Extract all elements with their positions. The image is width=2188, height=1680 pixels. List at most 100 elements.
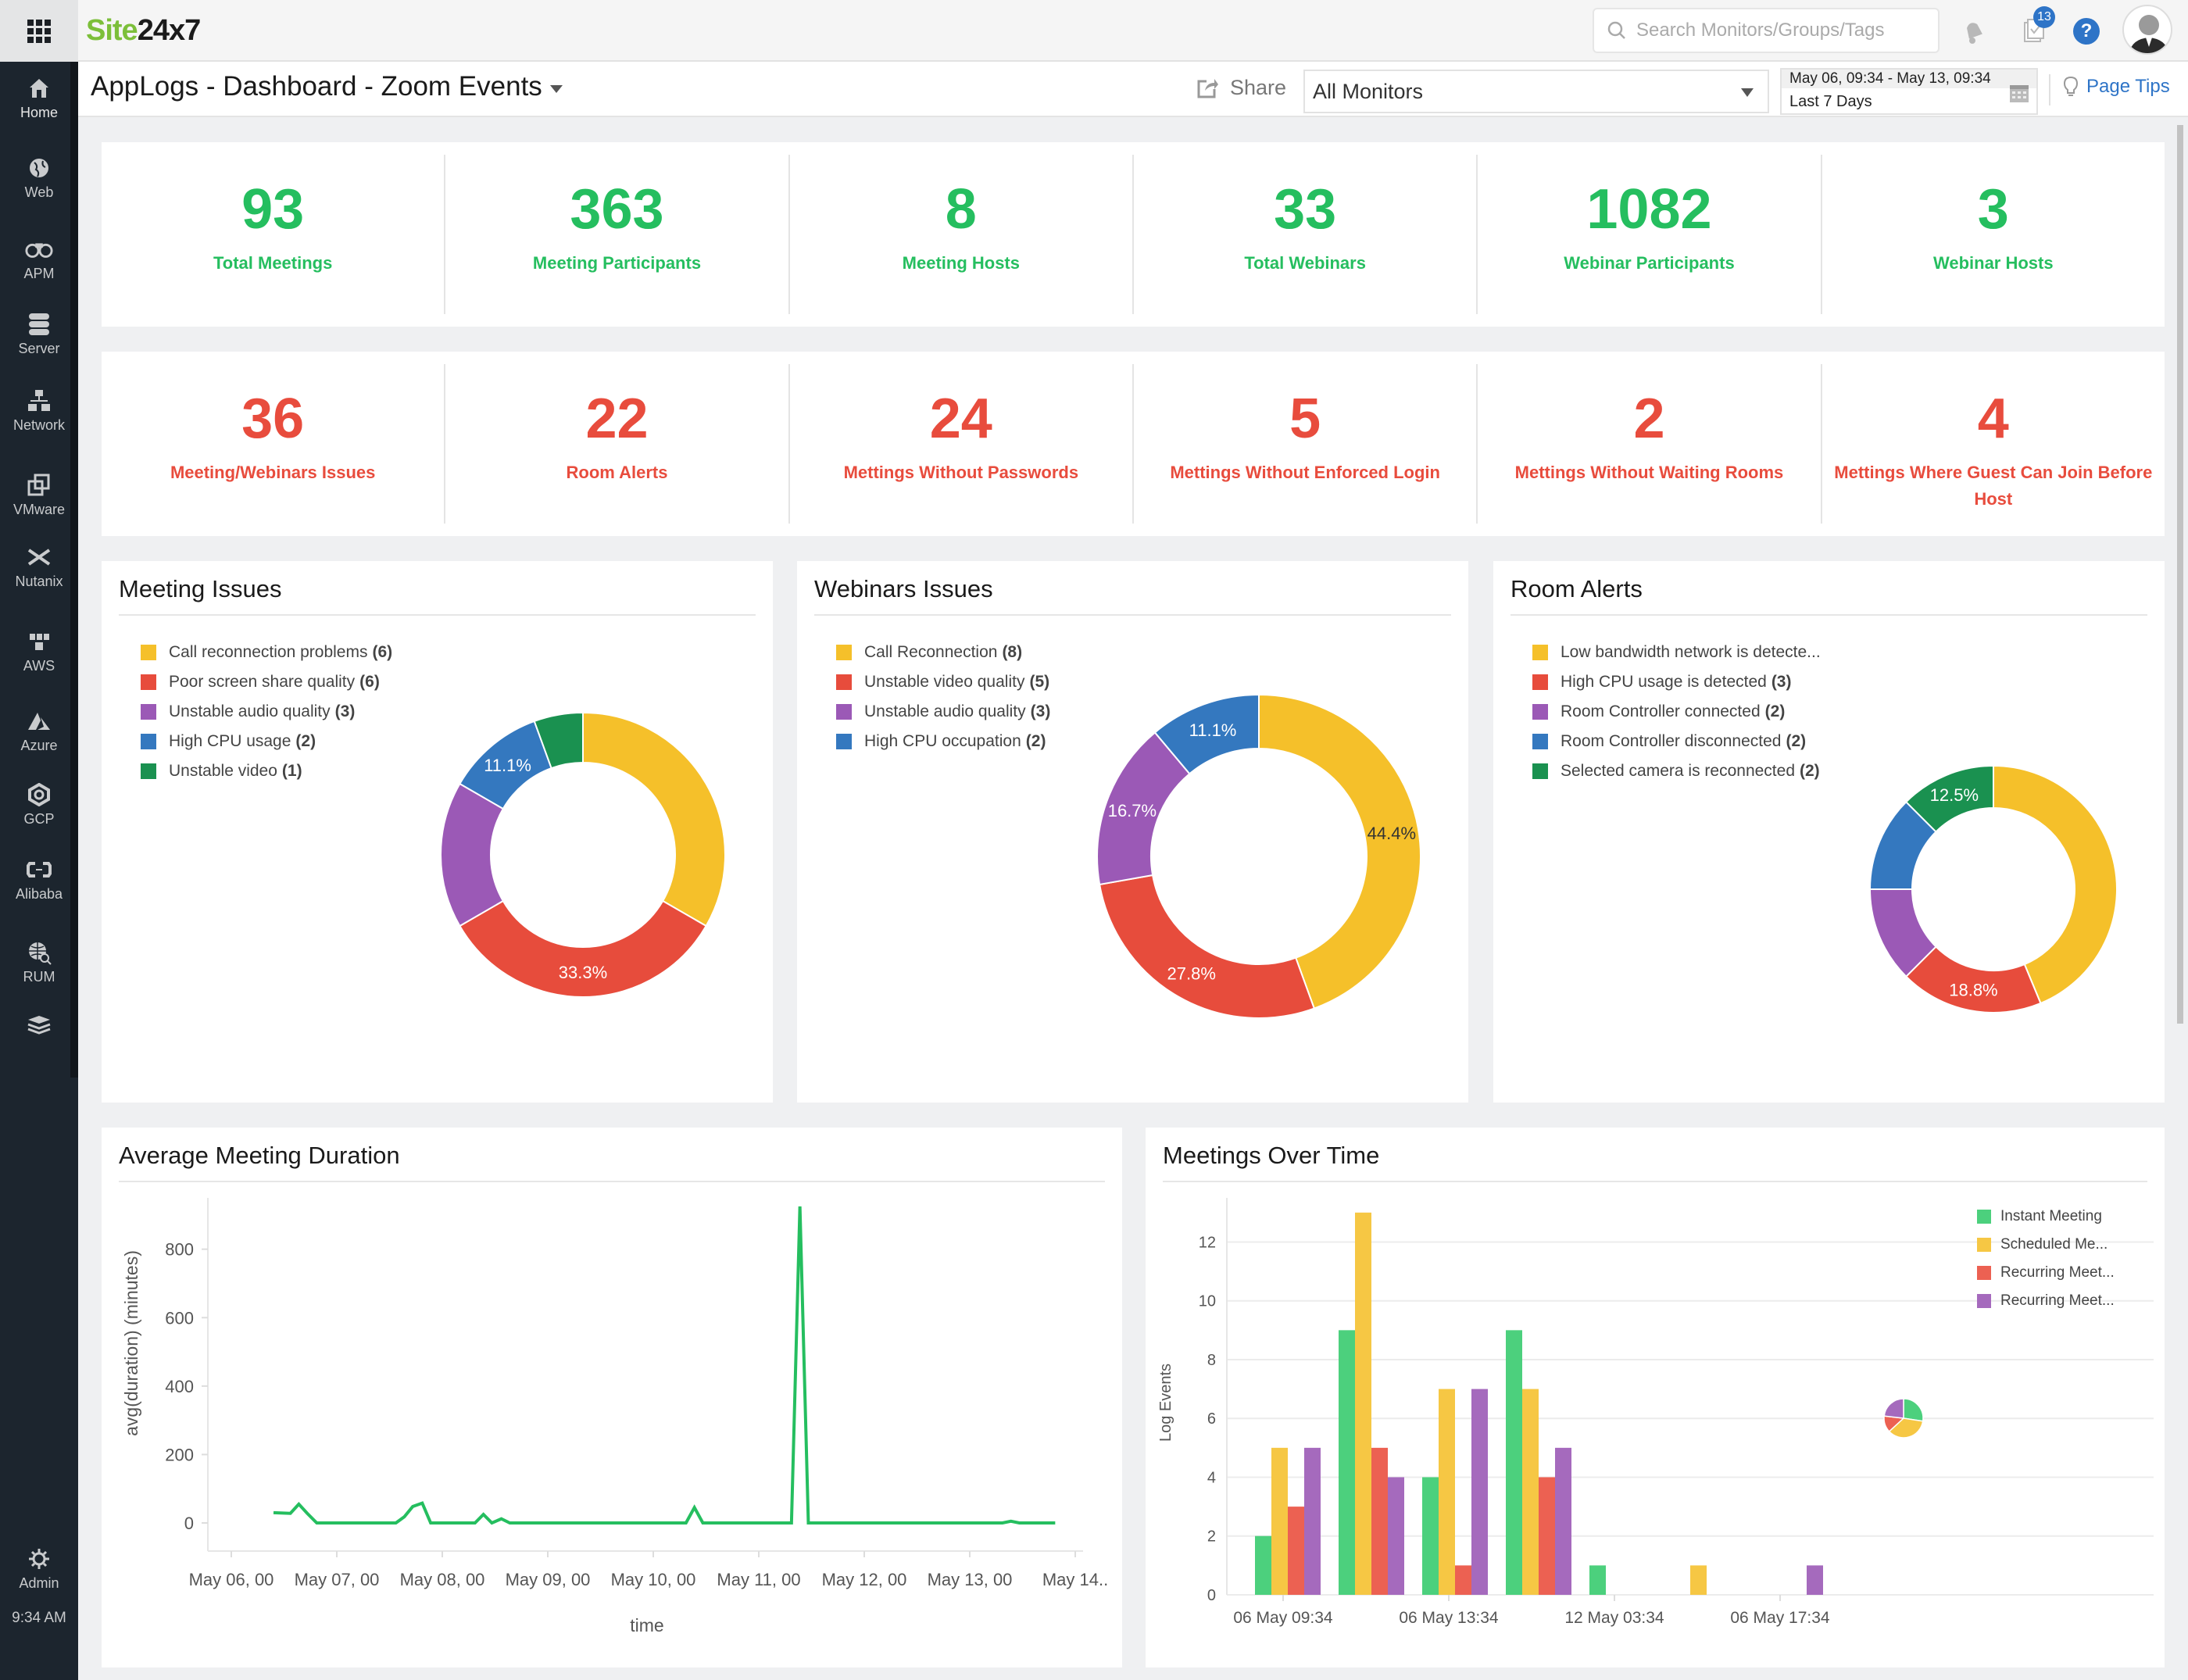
content-scrollbar[interactable] (2177, 125, 2183, 1024)
bar[interactable] (1539, 1477, 1555, 1595)
y-tick-label: 2 (1207, 1528, 1216, 1546)
y-axis-label: Log Events (1157, 1364, 1174, 1442)
sidebar-item-rum[interactable]: RUM (0, 939, 78, 985)
duration-line[interactable] (273, 1206, 1056, 1525)
kpi-panel-meetings: 93 Total Meetings 363 Meeting Participants 8… (102, 142, 2165, 327)
sidebar-item-aws[interactable]: AWS (0, 628, 78, 674)
user-avatar[interactable] (2122, 5, 2172, 55)
y-tick-label: 600 (165, 1308, 194, 1328)
y-tick-label: 800 (165, 1240, 194, 1260)
sidebar-item-home[interactable]: Home (0, 75, 78, 121)
bar[interactable] (1589, 1565, 1606, 1595)
kpi-card[interactable]: 8 Meeting Hosts (790, 155, 1134, 314)
kpi-card[interactable]: 93 Total Meetings (102, 155, 446, 314)
page-header: AppLogs - Dashboard - Zoom Events Share … (78, 62, 2188, 117)
kpi-label: Meeting Hosts (902, 253, 1020, 273)
bar[interactable] (1255, 1535, 1271, 1595)
legend-label: Instant Meeting (2000, 1208, 2102, 1224)
search-input[interactable] (1636, 20, 1918, 41)
kpi-label: Mettings Without Waiting Rooms (1514, 463, 1784, 482)
bar[interactable] (1555, 1447, 1571, 1595)
kpi-card[interactable]: 24 Mettings Without Passwords (790, 364, 1134, 524)
donut-chart: 18.8% 12.5% (1868, 764, 2118, 1013)
kpi-value: 93 (241, 178, 305, 241)
lightbulb-icon (2063, 76, 2079, 96)
legend-item[interactable]: Scheduled Me... (1977, 1231, 2115, 1259)
site24x7-logo[interactable]: Site24x7 (86, 14, 201, 48)
bar[interactable] (1355, 1212, 1371, 1595)
donut-chart: 44.4% 27.8% 16.7% 11.1% (1096, 693, 1421, 1019)
legend-item[interactable]: Recurring Meet... (1977, 1287, 2115, 1315)
sidebar-item-admin[interactable]: Admin (0, 1546, 78, 1592)
sidebar-item-server[interactable]: Server (0, 311, 78, 357)
bar[interactable] (1690, 1565, 1707, 1595)
tasks-button[interactable]: 13 (2018, 6, 2055, 47)
bar[interactable] (1807, 1565, 1823, 1595)
date-range-picker[interactable]: May 06, 09:34 - May 13, 09:34 Last 7 Day… (1780, 68, 2038, 115)
kpi-card[interactable]: 22 Room Alerts (445, 364, 790, 524)
aws-icon (25, 628, 53, 655)
donut-slice[interactable] (1098, 874, 1316, 1019)
bar[interactable] (1339, 1330, 1355, 1595)
grid-icon (27, 19, 51, 43)
sidebar-item-azure[interactable]: Azure (0, 708, 78, 754)
kpi-card[interactable]: 33 Total Webinars (1134, 155, 1478, 314)
kpi-card[interactable]: 363 Meeting Participants (445, 155, 790, 314)
sidebar-item-apm[interactable]: APM (0, 236, 78, 282)
bar[interactable] (1439, 1389, 1455, 1595)
sidebar-item-nutanix[interactable]: Nutanix (0, 544, 78, 590)
slice-percent-label: 44.4% (1368, 824, 1416, 843)
kpi-card[interactable]: 3 Webinar Hosts (1822, 155, 2165, 314)
bar[interactable] (1422, 1477, 1439, 1595)
legend-swatch (1977, 1294, 1991, 1308)
page-tips-link[interactable]: Page Tips (2063, 76, 2170, 98)
y-tick-label: 6 (1207, 1410, 1216, 1428)
alarm-bell-button[interactable] (1958, 16, 1990, 47)
kpi-card[interactable]: 4 Mettings Where Guest Can Join Before Ho… (1822, 364, 2165, 524)
bar[interactable] (1371, 1447, 1388, 1595)
bar[interactable] (1471, 1389, 1488, 1595)
sidebar-item-layers[interactable] (0, 1013, 78, 1042)
kpi-card[interactable]: 5 Mettings Without Enforced Login (1134, 364, 1478, 524)
help-button[interactable]: ? (2071, 16, 2102, 47)
sidebar-item-network[interactable]: Network (0, 388, 78, 434)
bar[interactable] (1506, 1330, 1522, 1595)
sidebar-item-vmware[interactable]: VMware (0, 472, 78, 518)
gear-icon (25, 1546, 53, 1572)
legend-label: Recurring Meet... (2000, 1292, 2115, 1309)
sidebar-item-gcp[interactable]: GCP (0, 781, 78, 827)
legend-swatch (1977, 1238, 1991, 1252)
x-tick-label: 12 May 03:34 (1564, 1609, 1664, 1627)
x-tick-label: May 09, 00 (506, 1570, 591, 1589)
bar[interactable] (1522, 1389, 1539, 1595)
kpi-value: 5 (1289, 388, 1321, 450)
legend-item[interactable]: Instant Meeting (1977, 1203, 2115, 1231)
bar[interactable] (1288, 1507, 1304, 1595)
x-tick-label: May 12, 00 (822, 1570, 907, 1589)
x-tick-label: May 08, 00 (400, 1570, 485, 1589)
search-box[interactable] (1593, 8, 1940, 53)
app-launcher-button[interactable] (0, 0, 78, 62)
sidebar-item-web[interactable]: Web (0, 155, 78, 201)
dashboard-selector[interactable]: AppLogs - Dashboard - Zoom Events (91, 71, 563, 102)
bar[interactable] (1271, 1447, 1288, 1595)
room-alerts-widget: Room Alerts Low bandwidth network is dete… (1493, 561, 2165, 1103)
mini-pie-slice[interactable] (1883, 1398, 1904, 1419)
donut-slice[interactable] (582, 711, 726, 928)
sidebar-item-alibaba[interactable]: Alibaba (0, 856, 78, 903)
mini-pie-slice[interactable] (1903, 1398, 1924, 1422)
slice-percent-label: 33.3% (559, 963, 607, 982)
bar[interactable] (1388, 1477, 1404, 1595)
donut-slice[interactable] (459, 899, 707, 999)
kpi-card[interactable]: 1082 Webinar Participants (1478, 155, 1822, 314)
x-tick-label: May 07, 00 (295, 1570, 380, 1589)
legend-item[interactable]: Recurring Meet... (1977, 1259, 2115, 1287)
bar[interactable] (1455, 1565, 1471, 1595)
kpi-value: 2 (1633, 388, 1665, 450)
share-button[interactable]: Share (1196, 76, 1286, 100)
bar[interactable] (1304, 1447, 1321, 1595)
kpi-card[interactable]: 2 Mettings Without Waiting Rooms (1478, 364, 1822, 524)
monitor-select[interactable]: All Monitors (1303, 70, 1769, 113)
kpi-card[interactable]: 36 Meeting/Webinars Issues (102, 364, 446, 524)
donut-slice[interactable] (440, 782, 505, 928)
